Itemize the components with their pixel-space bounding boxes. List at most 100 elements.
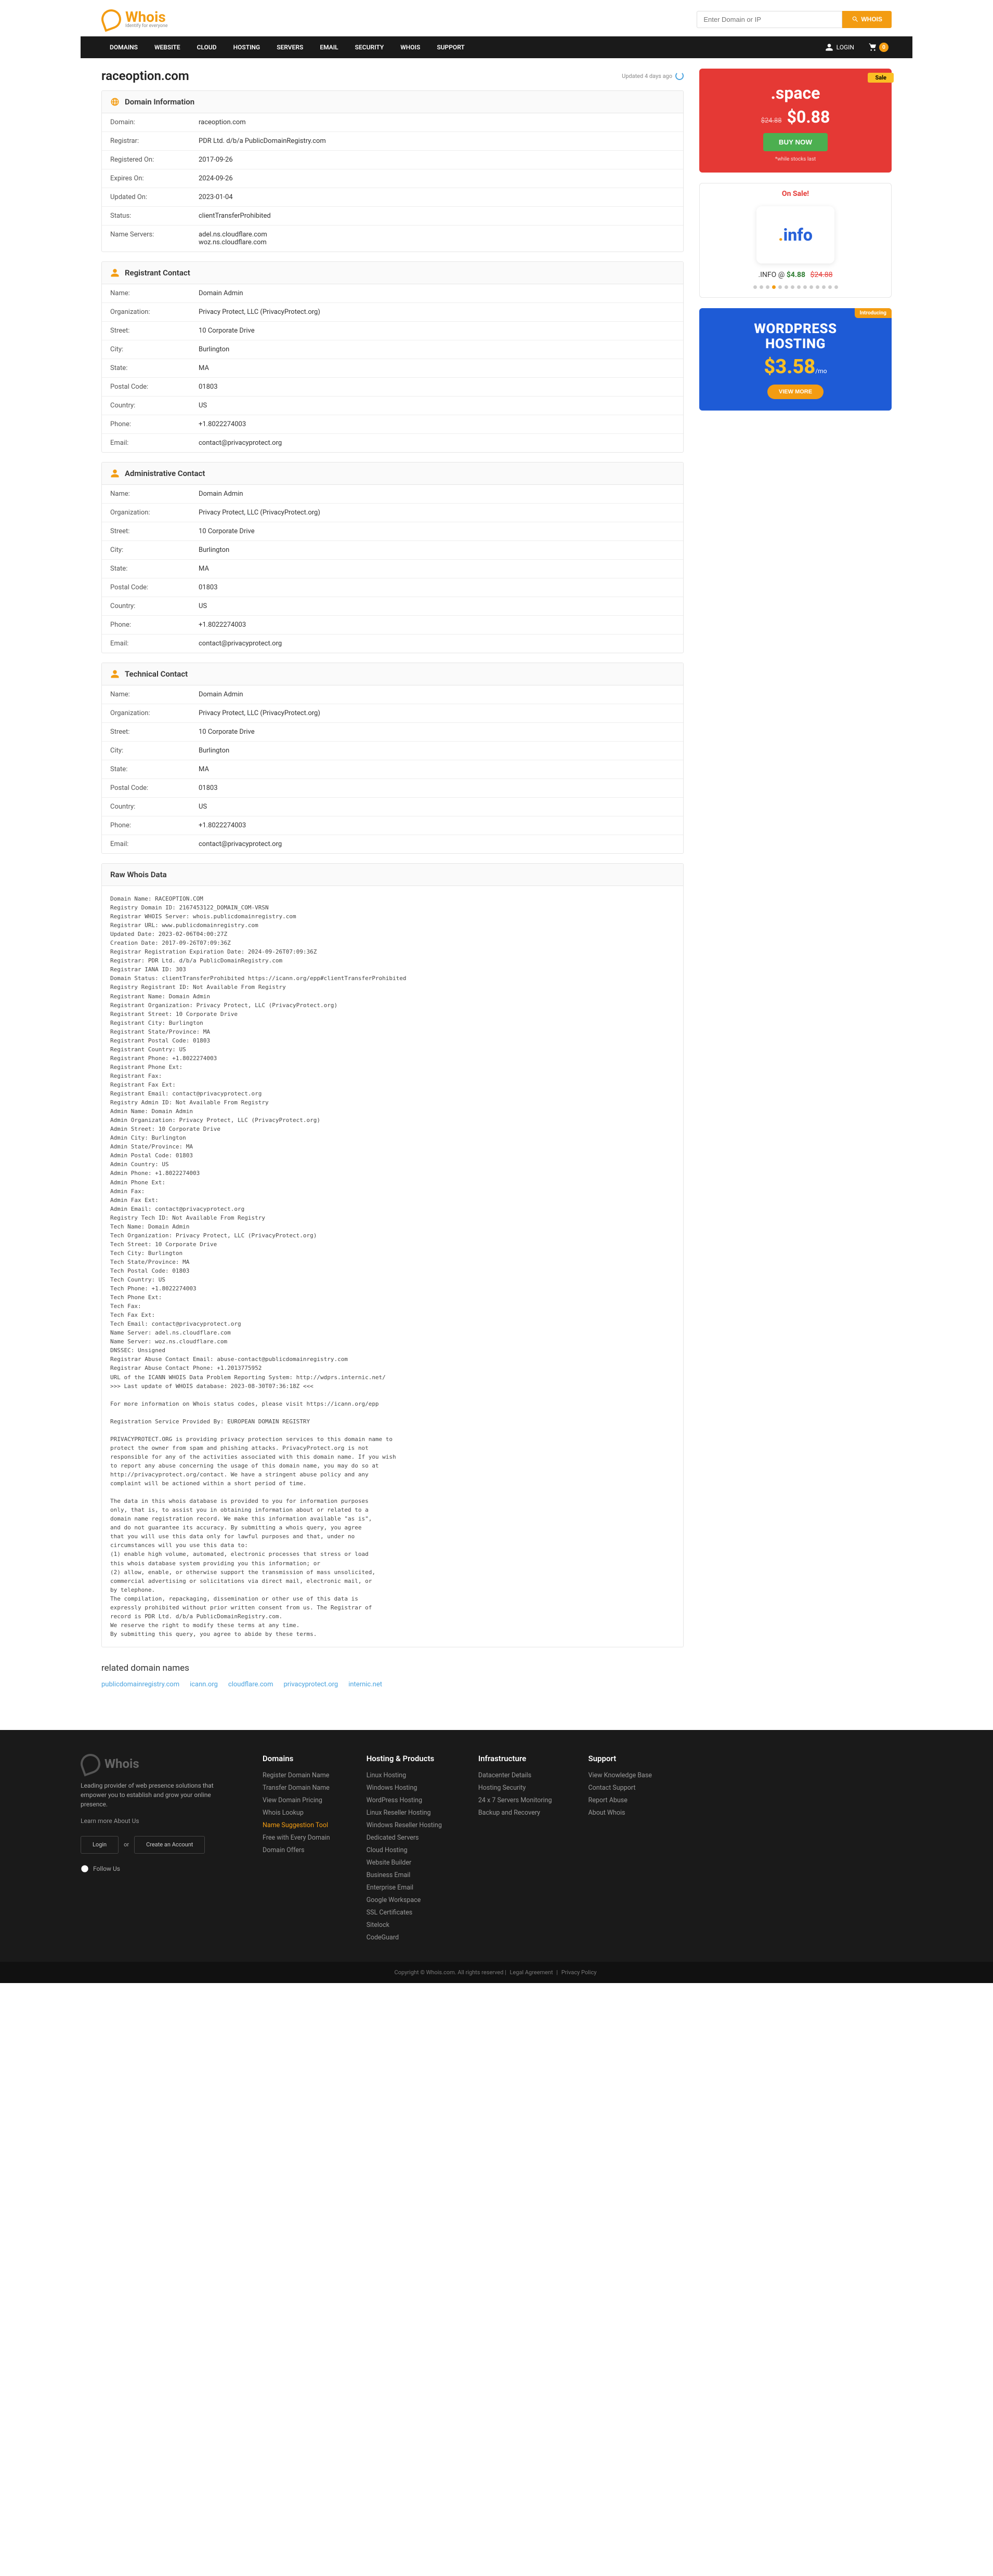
footer-link[interactable]: Contact Support bbox=[589, 1784, 652, 1792]
row-value: Domain Admin bbox=[199, 691, 675, 698]
footer-link[interactable]: Report Abuse bbox=[589, 1796, 652, 1804]
footer-link[interactable]: Sitelock bbox=[367, 1921, 442, 1929]
nav-item-servers[interactable]: SERVERS bbox=[268, 37, 311, 57]
buy-now-button[interactable]: BUY NOW bbox=[763, 133, 828, 151]
new-price: $0.88 bbox=[787, 107, 830, 127]
footer-link[interactable]: Windows Hosting bbox=[367, 1784, 442, 1792]
footer-link[interactable]: Linux Reseller Hosting bbox=[367, 1809, 442, 1817]
info-row: Phone:+1.8022274003 bbox=[102, 415, 683, 434]
info-row: Name:Domain Admin bbox=[102, 485, 683, 504]
introducing-badge: Introducing bbox=[855, 308, 892, 318]
footer-link[interactable]: Free with Every Domain bbox=[263, 1834, 330, 1842]
footer-link[interactable]: SSL Certificates bbox=[367, 1909, 442, 1917]
footer-link[interactable]: Website Builder bbox=[367, 1859, 442, 1867]
footer-link[interactable]: Google Workspace bbox=[367, 1896, 442, 1904]
row-key: Phone: bbox=[110, 420, 199, 428]
footer-link[interactable]: Windows Reseller Hosting bbox=[367, 1821, 442, 1829]
carousel-dots[interactable] bbox=[700, 285, 891, 289]
footer-link[interactable]: 24 x 7 Servers Monitoring bbox=[478, 1796, 552, 1804]
footer-col-title: Infrastructure bbox=[478, 1754, 552, 1763]
login-link[interactable]: LOGIN bbox=[817, 37, 863, 58]
row-key: Domain: bbox=[110, 118, 199, 126]
nav-item-hosting[interactable]: HOSTING bbox=[225, 37, 269, 57]
nav-item-support[interactable]: SUPPORT bbox=[428, 37, 473, 57]
row-value: +1.8022274003 bbox=[199, 822, 675, 829]
footer-link[interactable]: Enterprise Email bbox=[367, 1884, 442, 1892]
cart-icon bbox=[869, 43, 877, 51]
row-key: Organization: bbox=[110, 308, 199, 316]
related-link[interactable]: cloudflare.com bbox=[228, 1681, 273, 1688]
footer-col-title: Domains bbox=[263, 1754, 330, 1763]
or-text: or bbox=[124, 1841, 129, 1850]
nav-item-security[interactable]: SECURITY bbox=[347, 37, 393, 57]
related-link[interactable]: privacyprotect.org bbox=[283, 1681, 338, 1688]
footer-link[interactable]: View Domain Pricing bbox=[263, 1796, 330, 1804]
row-key: Name Servers: bbox=[110, 231, 199, 246]
nav-item-domains[interactable]: DOMAINS bbox=[101, 37, 146, 57]
footer-link[interactable]: View Knowledge Base bbox=[589, 1772, 652, 1779]
legal-link[interactable]: Legal Agreement bbox=[509, 1969, 553, 1976]
promo-wordpress[interactable]: Introducing WORDPRESSHOSTING $3.58/mo VI… bbox=[699, 308, 892, 411]
footer-login-button[interactable]: Login bbox=[81, 1836, 119, 1854]
logo-icon bbox=[78, 1751, 103, 1777]
footer-link[interactable]: Register Domain Name bbox=[263, 1772, 330, 1779]
nav-item-email[interactable]: EMAIL bbox=[311, 37, 346, 57]
footer-link[interactable]: Business Email bbox=[367, 1871, 442, 1879]
cart-link[interactable]: 0 bbox=[866, 36, 892, 58]
row-key: Postal Code: bbox=[110, 383, 199, 391]
row-key: State: bbox=[110, 364, 199, 372]
nav-item-website[interactable]: WEBSITE bbox=[146, 37, 189, 57]
footer-link[interactable]: Hosting Security bbox=[478, 1784, 552, 1792]
related-link[interactable]: internic.net bbox=[348, 1681, 382, 1688]
search-button-label: WHOIS bbox=[861, 16, 882, 23]
row-value: Privacy Protect, LLC (PrivacyProtect.org… bbox=[199, 509, 675, 517]
info-row: City:Burlington bbox=[102, 541, 683, 560]
promo-info-card[interactable]: On Sale! .info .INFO @ $4.88 $24.88 bbox=[699, 183, 892, 298]
info-row: Name Servers:adel.ns.cloudflare.com woz.… bbox=[102, 226, 683, 252]
nav-item-cloud[interactable]: CLOUD bbox=[189, 37, 225, 57]
footer-link[interactable]: Cloud Hosting bbox=[367, 1846, 442, 1854]
row-value: +1.8022274003 bbox=[199, 621, 675, 629]
footer-link[interactable]: Dedicated Servers bbox=[367, 1834, 442, 1842]
info-row: Phone:+1.8022274003 bbox=[102, 816, 683, 835]
footer-link[interactable]: Linux Hosting bbox=[367, 1772, 442, 1779]
tld-text: info bbox=[783, 225, 813, 245]
row-value: adel.ns.cloudflare.com woz.ns.cloudflare… bbox=[199, 231, 675, 246]
view-more-button[interactable]: VIEW MORE bbox=[767, 385, 824, 399]
nav-item-whois[interactable]: WHOIS bbox=[392, 37, 428, 57]
footer-link[interactable]: Backup and Recovery bbox=[478, 1809, 552, 1817]
info-row: Country:US bbox=[102, 798, 683, 816]
footer-link[interactable]: Transfer Domain Name bbox=[263, 1784, 330, 1792]
logo-icon bbox=[99, 7, 124, 32]
privacy-link[interactable]: Privacy Policy bbox=[561, 1969, 597, 1976]
info-row: Updated On:2023-01-04 bbox=[102, 188, 683, 207]
footer-link[interactable]: Whois Lookup bbox=[263, 1809, 330, 1817]
promo-space[interactable]: Sale .space $24.88 $0.88 BUY NOW *while … bbox=[699, 69, 892, 173]
row-key: Country: bbox=[110, 803, 199, 811]
row-value: Domain Admin bbox=[199, 490, 675, 498]
whois-search-button[interactable]: WHOIS bbox=[842, 11, 892, 28]
footer-link[interactable]: CodeGuard bbox=[367, 1934, 442, 1941]
footer-link[interactable]: Name Suggestion Tool bbox=[263, 1821, 330, 1829]
price: $4.88 bbox=[787, 271, 805, 279]
updated-text: Updated 4 days ago bbox=[622, 73, 672, 80]
search-input[interactable] bbox=[697, 11, 842, 28]
footer-about: Whois Leading provider of web presence s… bbox=[81, 1754, 226, 1946]
footer-link[interactable]: Domain Offers bbox=[263, 1846, 330, 1854]
create-account-button[interactable]: Create an Account bbox=[134, 1836, 205, 1854]
footer-link[interactable]: WordPress Hosting bbox=[367, 1796, 442, 1804]
cart-count: 0 bbox=[879, 43, 889, 52]
panel-title: Registrant Contact bbox=[125, 268, 190, 278]
footer-link[interactable]: Datacenter Details bbox=[478, 1772, 552, 1779]
learn-more-link[interactable]: Learn more About Us bbox=[81, 1817, 139, 1825]
footer-link[interactable]: About Whois bbox=[589, 1809, 652, 1817]
follow-us[interactable]: Follow Us bbox=[81, 1864, 226, 1873]
logo[interactable]: Whois Identify for everyone bbox=[101, 9, 168, 29]
footer: Whois Leading provider of web presence s… bbox=[0, 1730, 993, 1962]
related-link[interactable]: publicdomainregistry.com bbox=[101, 1681, 179, 1688]
refresh-icon[interactable] bbox=[675, 72, 684, 80]
row-key: Updated On: bbox=[110, 193, 199, 201]
row-key: Email: bbox=[110, 840, 199, 848]
domain-info-panel: Domain Information Domain:raceoption.com… bbox=[101, 90, 684, 252]
related-link[interactable]: icann.org bbox=[190, 1681, 218, 1688]
